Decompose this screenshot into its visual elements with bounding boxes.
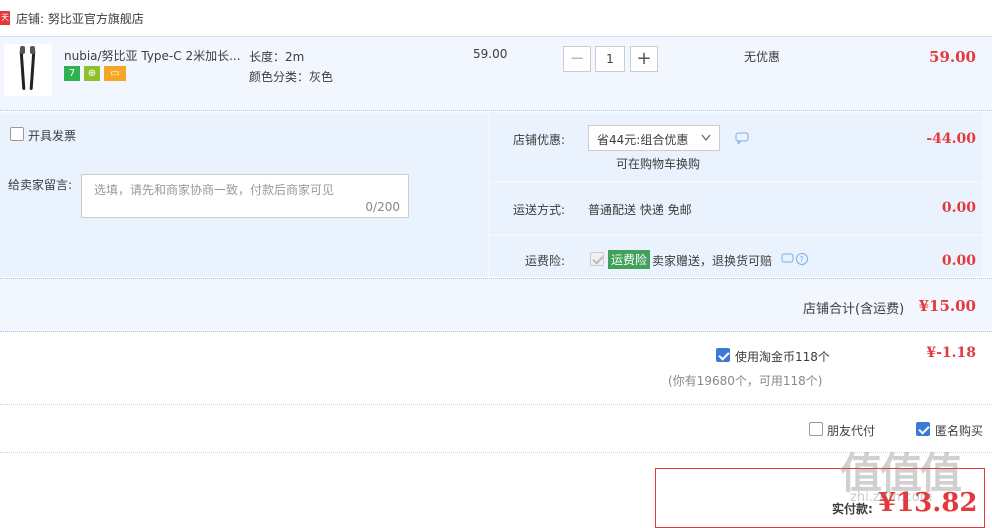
product-title[interactable]: nubia/努比亚 Type-C 2米加长... [64, 47, 244, 64]
chat-bubble-icon[interactable] [735, 132, 749, 144]
insurance-desc: 卖家赠送，退换货可赔 [652, 254, 773, 268]
coins-amount: ¥-1.18 [926, 345, 976, 361]
seller-message-input[interactable]: 选填，请先和商家协商一致，付款后商家可见 0/200 [81, 174, 409, 218]
store-name[interactable]: 店铺: 努比亚官方旗舰店 [16, 10, 144, 27]
message-placeholder: 选填，请先和商家协商一致，付款后商家可见 [94, 183, 335, 197]
unit-price: 59.00 [473, 47, 508, 61]
insurance-checkbox [590, 252, 604, 266]
promo-select-value: 省44元:组合优惠 [597, 133, 689, 147]
divider [0, 404, 992, 405]
credit-card-icon: ▭ [104, 66, 126, 81]
anonymous-checkbox[interactable] [916, 422, 930, 436]
shipping-method: 普通配送 快递 免邮 [588, 203, 692, 217]
promo-select[interactable]: 省44元:组合优惠 [588, 125, 720, 151]
friend-pay-checkbox[interactable] [809, 422, 823, 436]
increase-button[interactable]: + [630, 46, 658, 72]
store-total-amount: ¥15.00 [918, 297, 976, 315]
promo-hint[interactable]: 可在购物车换购 [616, 155, 700, 172]
message-label: 给卖家留言: [8, 178, 73, 192]
item-subtotal: 59.00 [929, 48, 976, 66]
anonymous-label: 匿名购买 [935, 424, 984, 438]
store-total-label: 店铺合计(含运费) [803, 302, 905, 317]
insurance-amount: 0.00 [941, 253, 976, 269]
invoice-checkbox[interactable] [10, 127, 24, 141]
insurance-label: 运费险: [525, 254, 566, 268]
attr-color: 颜色分类：灰色 [249, 70, 334, 84]
item-discount: 无优惠 [744, 50, 781, 64]
chevron-down-icon [701, 134, 711, 142]
attr-length: 长度：2m [249, 50, 305, 64]
svg-text:?: ? [800, 255, 804, 264]
coins-checkbox[interactable] [716, 348, 730, 362]
tmall-badge: 天猫 [0, 11, 10, 25]
guarantee-icon: ⊕ [84, 66, 100, 81]
watermark-site: zhi.zdm.com [850, 490, 933, 505]
invoice-label: 开具发票 [28, 129, 77, 143]
store-header [0, 0, 992, 36]
shipping-amount: 0.00 [941, 200, 976, 216]
product-thumbnail[interactable] [4, 44, 52, 96]
quantity-input[interactable]: 1 [595, 46, 625, 72]
promo-amount: -44.00 [926, 131, 976, 147]
coins-label: 使用淘金币118个 [735, 350, 830, 364]
promo-label: 店铺优惠: [513, 133, 566, 147]
seven-day-return-icon: 7 [64, 66, 80, 81]
friend-pay-label: 朋友代付 [827, 424, 876, 438]
coins-note: (你有19680个，可用118个) [668, 374, 823, 388]
help-icon[interactable]: ? [781, 252, 811, 266]
insurance-tag: 运费险 [608, 250, 651, 269]
message-counter: 0/200 [365, 200, 400, 214]
shipping-label: 运送方式: [513, 203, 566, 217]
decrease-button[interactable]: − [563, 46, 591, 72]
